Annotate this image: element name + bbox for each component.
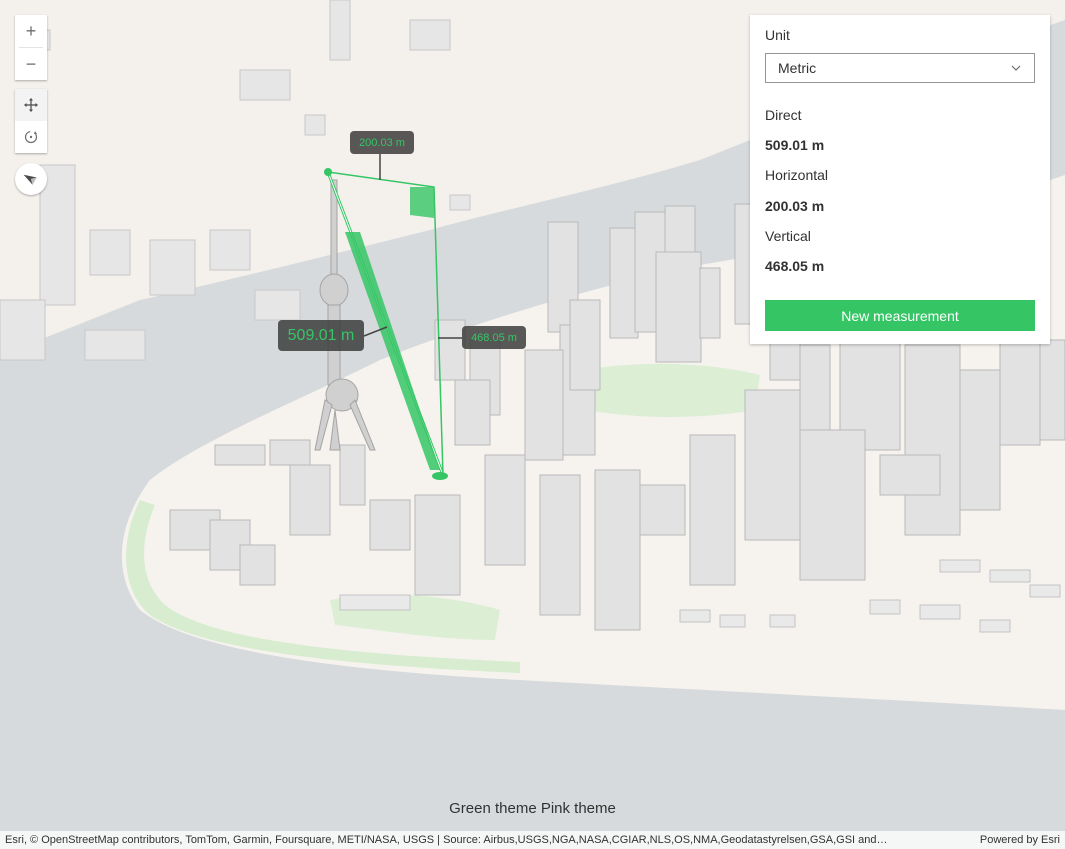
- chevron-down-icon: [1011, 65, 1021, 71]
- powered-by-esri-link[interactable]: Powered by Esri: [980, 834, 1060, 846]
- compass-control[interactable]: [15, 163, 47, 195]
- direct-distance-label: 509.01 m: [278, 320, 364, 351]
- direct-label: Direct: [765, 107, 802, 123]
- compass-icon: [23, 174, 37, 185]
- unit-select-value: Metric: [778, 60, 817, 76]
- horizontal-label: Horizontal: [765, 167, 829, 183]
- pan-icon: [24, 98, 38, 112]
- unit-select[interactable]: Metric: [765, 53, 1035, 83]
- attribution-bar: Esri, © OpenStreetMap contributors, TomT…: [0, 831, 1065, 849]
- unit-label: Unit: [765, 27, 790, 43]
- vertical-label: Vertical: [765, 228, 811, 244]
- horizontal-value: 200.03 m: [765, 198, 825, 214]
- direct-value: 509.01 m: [765, 137, 825, 153]
- navigation-mode-controls: [15, 89, 47, 153]
- horizontal-distance-label: 200.03 m: [350, 131, 414, 154]
- new-measurement-button[interactable]: New measurement: [765, 300, 1035, 331]
- pan-button[interactable]: [15, 89, 47, 121]
- vertical-value: 468.05 m: [765, 258, 825, 274]
- rotate-button[interactable]: [15, 121, 47, 153]
- measurement-panel: Unit Metric Direct 509.01 m Horizontal 2…: [750, 15, 1050, 344]
- pink-theme-button[interactable]: Pink theme: [541, 800, 616, 817]
- theme-switcher: Green theme Pink theme: [0, 800, 1065, 817]
- zoom-controls: + −: [15, 15, 47, 80]
- rotate-icon: [24, 130, 38, 144]
- zoom-out-button[interactable]: −: [15, 48, 47, 80]
- vertical-distance-label: 468.05 m: [462, 326, 526, 349]
- green-theme-button[interactable]: Green theme: [449, 800, 537, 817]
- attribution-text[interactable]: Esri, © OpenStreetMap contributors, TomT…: [5, 834, 888, 846]
- zoom-in-button[interactable]: +: [15, 15, 47, 47]
